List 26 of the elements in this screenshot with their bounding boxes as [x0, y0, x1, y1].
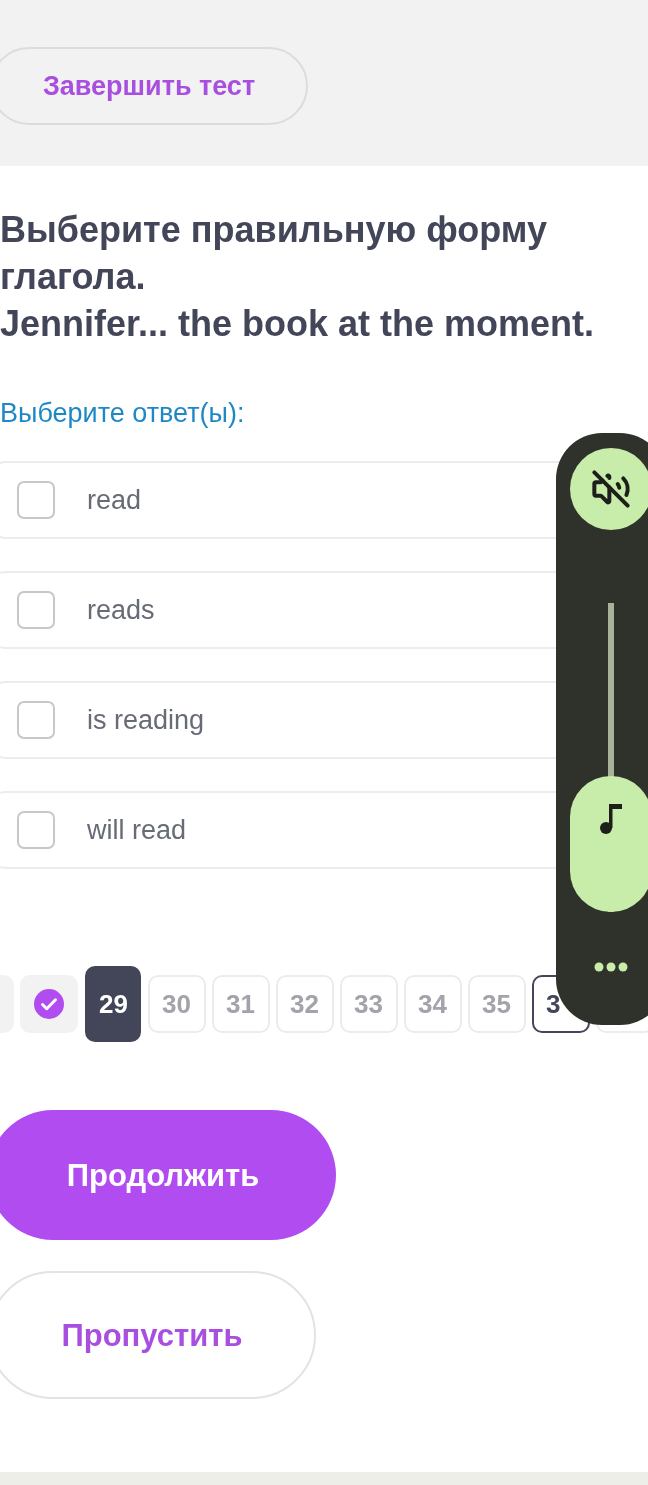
- question-number-button[interactable]: 30: [148, 975, 206, 1033]
- question-prompt: Выберите правильную форму глагола.: [0, 208, 548, 299]
- option-label: is reading: [87, 704, 205, 736]
- question-number-button[interactable]: 32: [276, 975, 334, 1033]
- option-label: will read: [87, 814, 187, 846]
- finish-test-button[interactable]: Завершить тест: [0, 47, 308, 125]
- question-number-button[interactable]: 29: [85, 966, 141, 1042]
- question-number-button[interactable]: [20, 975, 78, 1033]
- check-circle-icon: [34, 989, 64, 1019]
- question-number-button[interactable]: 33: [340, 975, 398, 1033]
- question-number-button[interactable]: 31: [212, 975, 270, 1033]
- option-label: reads: [87, 594, 155, 626]
- checkbox[interactable]: [17, 701, 55, 739]
- checkbox[interactable]: [17, 481, 55, 519]
- continue-button[interactable]: Продолжить: [0, 1110, 336, 1240]
- checkbox[interactable]: [17, 811, 55, 849]
- skip-button[interactable]: Пропустить: [0, 1271, 316, 1399]
- answer-hint: Выберите ответ(ы):: [0, 397, 245, 429]
- music-note-icon: [600, 804, 622, 835]
- option-label: read: [87, 484, 142, 516]
- question-number-button[interactable]: 35: [468, 975, 526, 1033]
- question-sentence: Jennifer... the book at the moment.: [0, 302, 595, 346]
- volume-off-icon: [591, 469, 631, 509]
- more-icon[interactable]: [594, 962, 628, 972]
- checkbox[interactable]: [17, 591, 55, 629]
- question-number-button[interactable]: 34: [404, 975, 462, 1033]
